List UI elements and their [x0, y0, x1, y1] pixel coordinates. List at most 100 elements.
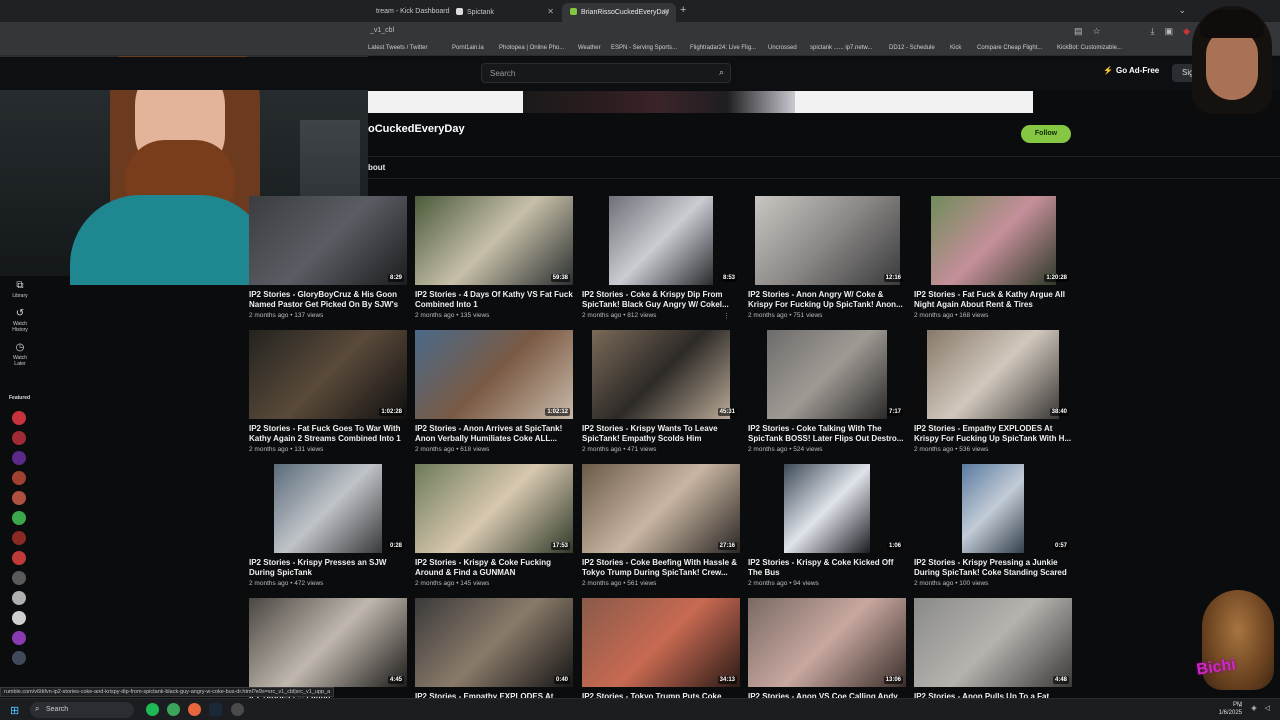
- video-title[interactable]: IP2 Stories - GloryBoyCruz & His Goon Na…: [249, 290, 407, 310]
- video-card[interactable]: 12:16 IP2 Stories - Anon Angry W/ Coke & …: [748, 196, 906, 319]
- video-thumbnail[interactable]: 0:57: [914, 464, 1072, 553]
- video-title[interactable]: IP2 Stories - Krispy Presses an SJW Duri…: [249, 558, 407, 578]
- bookmark-item[interactable]: ESPN - Serving Sports...: [611, 45, 677, 51]
- close-tab-icon[interactable]: ✕: [547, 7, 554, 16]
- video-card[interactable]: 0:28 IP2 Stories - Krispy Presses an SJW …: [249, 464, 407, 587]
- steam-icon[interactable]: [209, 703, 222, 716]
- video-title[interactable]: IP2 Stories - Fat Fuck & Kathy Argue All…: [914, 290, 1072, 310]
- featured-channel-avatar[interactable]: [12, 431, 26, 445]
- obs-icon[interactable]: [231, 703, 244, 716]
- new-tab-icon[interactable]: +: [680, 4, 686, 16]
- video-title[interactable]: IP2 Stories - Krispy Pressing a Junkie D…: [914, 558, 1072, 578]
- featured-channel-avatar[interactable]: [12, 651, 26, 665]
- taskbar-search[interactable]: ⌕ Search: [30, 702, 134, 718]
- video-thumbnail[interactable]: 7:17: [748, 330, 906, 419]
- follow-button[interactable]: Follow: [1021, 125, 1071, 143]
- ublock-icon[interactable]: ◆: [1183, 26, 1190, 37]
- featured-channel-avatar[interactable]: [12, 551, 26, 565]
- video-title[interactable]: IP2 Stories - Krispy & Coke Fucking Arou…: [415, 558, 573, 578]
- video-card[interactable]: 0:40 IP2 Stories - Empathy EXPLODES At: [415, 598, 573, 712]
- featured-channel-avatar[interactable]: [12, 491, 26, 505]
- windows-start-icon[interactable]: ⊞: [10, 704, 19, 717]
- video-thumbnail[interactable]: 1:02:28: [249, 330, 407, 419]
- video-title[interactable]: IP2 Stories - 4 Days Of Kathy VS Fat Fuc…: [415, 290, 573, 310]
- featured-channel-avatar[interactable]: [12, 571, 26, 585]
- browser-tab-spictank[interactable]: Spictank ✕: [448, 3, 560, 22]
- video-title[interactable]: IP2 Stories - Fat Fuck Goes To War With …: [249, 424, 407, 444]
- video-card[interactable]: 38:40 IP2 Stories - Empathy EXPLODES At K…: [914, 330, 1072, 453]
- video-card[interactable]: 0:57 IP2 Stories - Krispy Pressing a Junk…: [914, 464, 1072, 587]
- tab-search-chevron-icon[interactable]: ⌄: [1178, 5, 1186, 16]
- video-thumbnail[interactable]: 4:45: [249, 598, 407, 687]
- sidebar-item-library[interactable]: ⧉ Library: [0, 280, 40, 299]
- video-card[interactable]: 8:29 IP2 Stories - GloryBoyCruz & His Goo…: [249, 196, 407, 319]
- bookmark-item[interactable]: Compare Cheap Flight...: [977, 45, 1042, 51]
- featured-channel-avatar[interactable]: [12, 611, 26, 625]
- volume-icon[interactable]: ◁: [1265, 704, 1270, 712]
- featured-channel-avatar[interactable]: [12, 531, 26, 545]
- video-thumbnail[interactable]: 12:16: [748, 196, 906, 285]
- video-thumbnail[interactable]: 8:29: [249, 196, 407, 285]
- video-card[interactable]: 8:53 IP2 Stories - Coke & Krispy Dip From…: [582, 196, 740, 320]
- video-card[interactable]: 59:38 IP2 Stories - 4 Days Of Kathy VS Fa…: [415, 196, 573, 319]
- video-card[interactable]: 1:06 IP2 Stories - Krispy & Coke Kicked O…: [748, 464, 906, 587]
- bookmark-item[interactable]: Photopea | Online Pho...: [499, 45, 564, 51]
- bookmark-item[interactable]: Pornl1ain.la: [452, 45, 484, 51]
- bookmark-item[interactable]: KickBot: Customizable...: [1057, 45, 1122, 51]
- url-text[interactable]: _v1_cbl: [370, 27, 394, 34]
- bookmark-item[interactable]: Weather: [578, 45, 601, 51]
- video-thumbnail[interactable]: 1:20:28: [914, 196, 1072, 285]
- video-thumbnail[interactable]: 8:53: [582, 196, 740, 285]
- video-card[interactable]: 17:53 IP2 Stories - Krispy & Coke Fucking…: [415, 464, 573, 587]
- video-card[interactable]: 7:17 IP2 Stories - Coke Talking With The …: [748, 330, 906, 453]
- featured-channel-avatar[interactable]: [12, 471, 26, 485]
- reader-mode-icon[interactable]: ▤: [1074, 26, 1083, 37]
- video-thumbnail[interactable]: 34:13: [582, 598, 740, 687]
- video-thumbnail[interactable]: 4:48: [914, 598, 1072, 687]
- featured-channel-avatar[interactable]: [12, 411, 26, 425]
- video-title[interactable]: IP2 Stories - Coke & Krispy Dip From Spi…: [582, 290, 740, 310]
- search-input[interactable]: [490, 67, 700, 80]
- video-thumbnail[interactable]: 38:40: [914, 330, 1072, 419]
- bookmark-item[interactable]: spictank ...... ip7.netw...: [810, 45, 872, 51]
- sidebar-item-watch-history[interactable]: ↺ Watch History: [0, 308, 40, 333]
- bookmark-star-icon[interactable]: ☆: [1093, 26, 1101, 37]
- video-thumbnail[interactable]: 1:02:12: [415, 330, 573, 419]
- video-card[interactable]: 1:02:28 IP2 Stories - Fat Fuck Goes To Wa…: [249, 330, 407, 453]
- taskbar-clock[interactable]: PM 1/6/2025: [1219, 701, 1242, 717]
- video-title[interactable]: IP2 Stories - Empathy EXPLODES At Krispy…: [914, 424, 1072, 444]
- search-icon[interactable]: ⌕: [719, 67, 724, 78]
- firefox-icon[interactable]: [188, 703, 201, 716]
- tab-about[interactable]: bout: [368, 163, 385, 172]
- video-card[interactable]: 45:31 IP2 Stories - Krispy Wants To Leave…: [582, 330, 740, 453]
- video-thumbnail[interactable]: 13:06: [748, 598, 906, 687]
- featured-channel-avatar[interactable]: [12, 451, 26, 465]
- bookmark-item[interactable]: Kick: [950, 45, 961, 51]
- video-title[interactable]: IP2 Stories - Anon Angry W/ Coke & Krisp…: [748, 290, 906, 310]
- video-card[interactable]: 27:16 IP2 Stories - Coke Beefing With Has…: [582, 464, 740, 587]
- video-title[interactable]: IP2 Stories - Coke Beefing With Hassle &…: [582, 558, 740, 578]
- video-thumbnail[interactable]: 1:06: [748, 464, 906, 553]
- video-card[interactable]: 13:06 IP2 Stories - Anon VS Coe Calling A…: [748, 598, 906, 712]
- video-card[interactable]: 1:20:28 IP2 Stories - Fat Fuck & Kathy Ar…: [914, 196, 1072, 319]
- video-card[interactable]: 1:02:12 IP2 Stories - Anon Arrives at Spi…: [415, 330, 573, 453]
- bookmark-item[interactable]: DD12 - Schedule: [889, 45, 935, 51]
- bookmark-item[interactable]: Flightradar24: Live Flig...: [690, 45, 756, 51]
- browser-tab-channel[interactable]: BrianRissoCuckedEveryDay ✕: [562, 3, 676, 22]
- spotify-icon[interactable]: [146, 703, 159, 716]
- chrome-icon[interactable]: [167, 703, 180, 716]
- video-thumbnail[interactable]: 27:16: [582, 464, 740, 553]
- bookmark-item[interactable]: Latest Tweets / Twitter: [368, 45, 427, 51]
- video-thumbnail[interactable]: 0:40: [415, 598, 573, 687]
- video-card[interactable]: 34:13 IP2 Stories - Tokyo Trump Puts Coke: [582, 598, 740, 712]
- go-ad-free-button[interactable]: ⚡ Go Ad-Free: [1103, 66, 1159, 82]
- close-tab-icon[interactable]: ✕: [663, 7, 670, 16]
- bookmark-item[interactable]: Uncrossed: [768, 45, 797, 51]
- video-thumbnail[interactable]: 59:38: [415, 196, 573, 285]
- extension-icon[interactable]: ▣: [1165, 26, 1174, 37]
- network-icon[interactable]: ◈: [1251, 704, 1256, 712]
- more-options-icon[interactable]: ⋮: [723, 312, 730, 320]
- featured-channel-avatar[interactable]: [12, 511, 26, 525]
- video-card[interactable]: 4:48 IP2 Stories - Anon Pulls Up To a Fat: [914, 598, 1072, 712]
- video-title[interactable]: IP2 Stories - Anon Arrives at SpicTank! …: [415, 424, 573, 444]
